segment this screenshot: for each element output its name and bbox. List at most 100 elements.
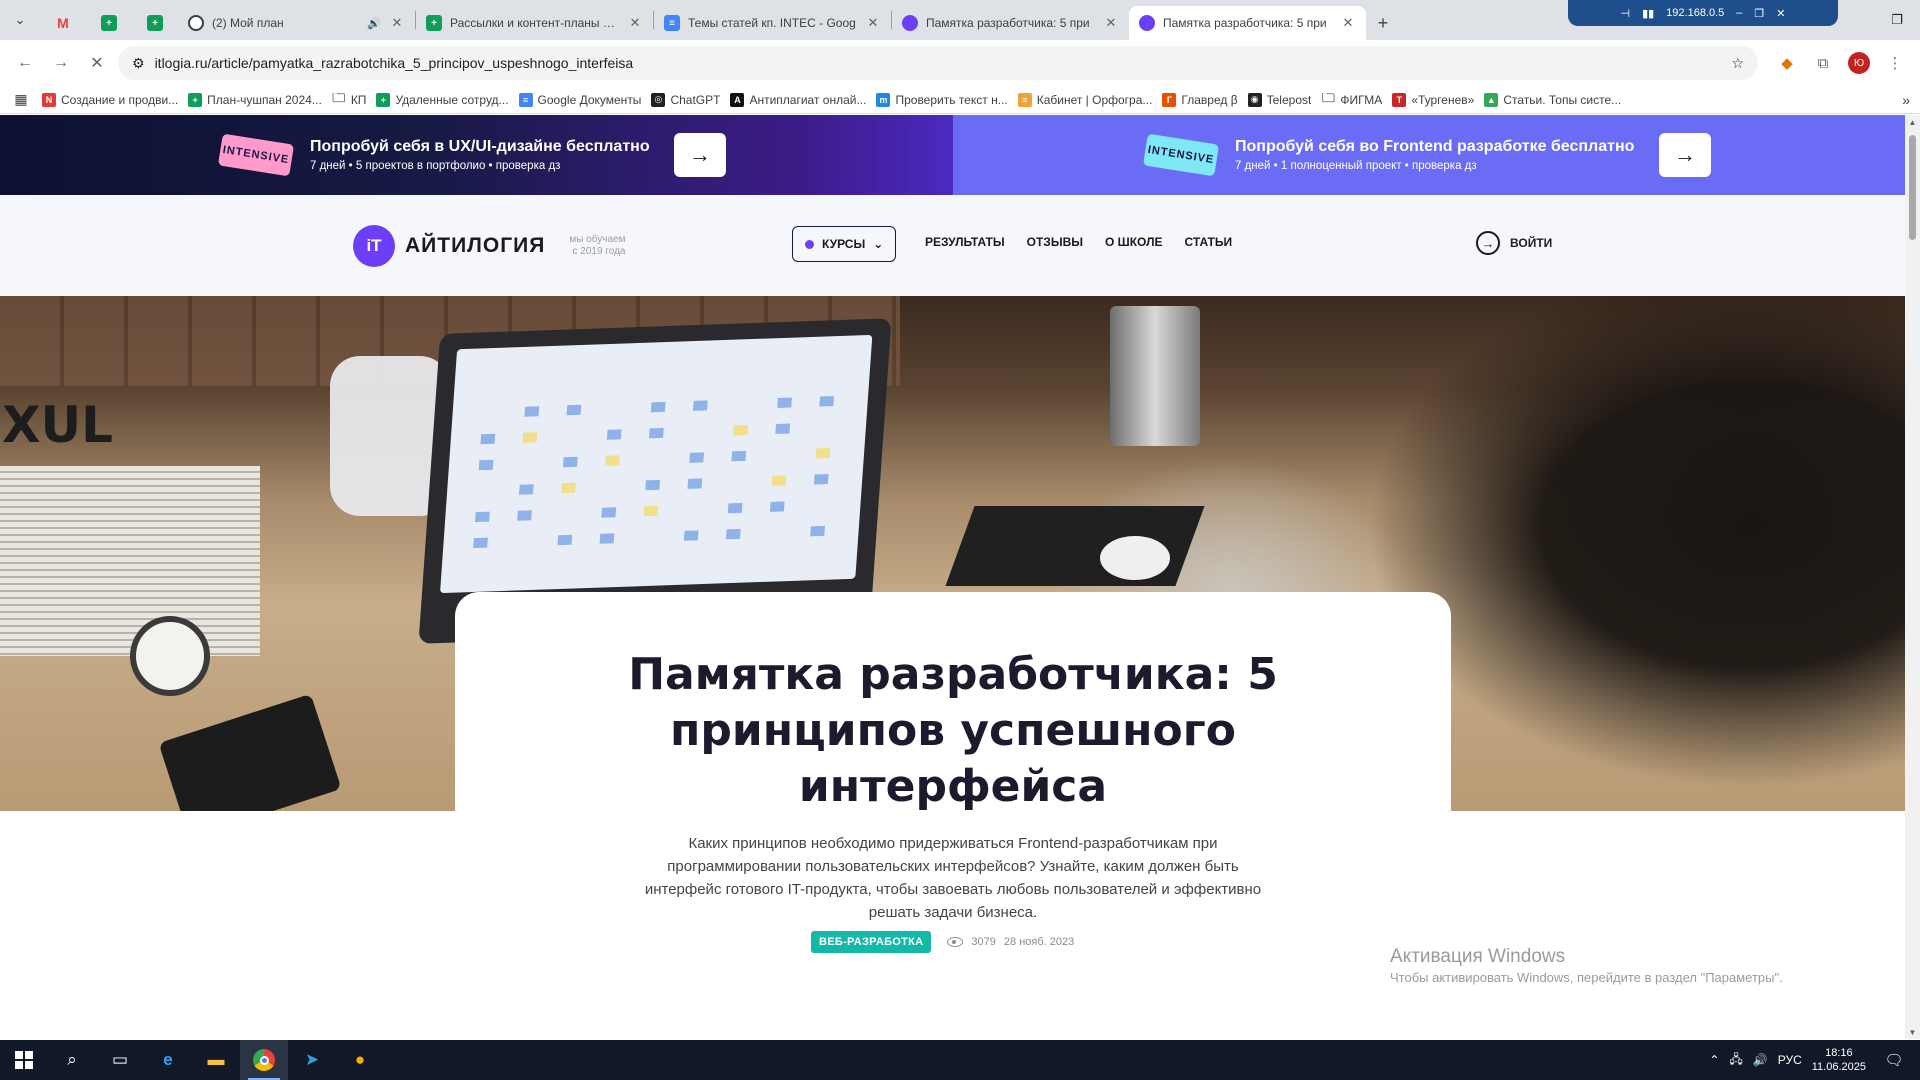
hero-watch [130, 616, 210, 696]
chrome-taskbar-icon[interactable] [240, 1040, 288, 1080]
publish-date: 28 нояб. 2023 [1003, 936, 1075, 948]
arrow-right-icon: → [689, 142, 711, 167]
scrollbar-thumb[interactable] [1909, 135, 1916, 240]
scroll-down-icon[interactable]: ▼ [1905, 1025, 1920, 1039]
internet-explorer-icon[interactable]: e [144, 1040, 192, 1080]
tab-pinned-sheets-1[interactable]: + [86, 6, 132, 40]
bookmark-item[interactable]: T «Тургенев» [1392, 92, 1474, 107]
chevron-down-icon: ⌄ [873, 237, 884, 251]
screen-card [478, 459, 494, 471]
chevron-up-icon[interactable]: ⌃ [1709, 1053, 1719, 1067]
bookmark-item[interactable]: 🗀 КП [332, 93, 366, 107]
page-viewport: INTENSIVE Попробуй себя в UX/UI-дизайне … [0, 115, 1905, 1039]
apps-grid-icon[interactable]: ▦ [10, 89, 32, 111]
start-button[interactable] [0, 1040, 48, 1080]
tab-newsletters[interactable]: + Рассылки и контент-планы ПА ✕ [416, 6, 653, 40]
bookmark-item[interactable]: ◉ Telepost [1247, 92, 1311, 107]
tab-label: Рассылки и контент-планы ПА [450, 16, 619, 30]
page-scrollbar[interactable]: ▲ ▼ [1905, 115, 1920, 1039]
tab-article-topics[interactable]: ≡ Темы статей кп. INTEC - Goog ✕ [654, 6, 891, 40]
bookmark-item[interactable]: m Проверить текст н... [876, 92, 1008, 107]
bookmark-favicon-icon: + [188, 92, 203, 107]
bookmark-item[interactable]: ≡ Кабинет | Орфогра... [1017, 92, 1152, 107]
bookmark-item[interactable]: + План-чушпан 2024... [188, 92, 322, 107]
close-tab-icon[interactable]: ✕ [627, 15, 643, 31]
screen-card [725, 528, 741, 540]
hero-mouse [1100, 536, 1170, 580]
bookmark-item[interactable]: 🗀 ФИГМА [1321, 93, 1383, 107]
scroll-up-icon[interactable]: ▲ [1905, 115, 1920, 129]
close-tab-icon[interactable]: ✕ [389, 15, 405, 31]
close-tab-icon[interactable]: ✕ [1340, 15, 1356, 31]
close-icon[interactable]: ✕ [1776, 7, 1785, 20]
restore-icon[interactable]: ❐ [1754, 7, 1764, 20]
bookmark-item[interactable]: N Создание и продви... [42, 92, 178, 107]
yandex-browser-icon[interactable]: ● [336, 1040, 384, 1080]
back-button[interactable]: ← [10, 48, 40, 78]
screen-card [561, 482, 576, 494]
tab-pinned-sheets-2[interactable]: + [132, 6, 178, 40]
bookmark-label: Удаленные сотруд... [395, 92, 509, 107]
tab-pinned-gmail[interactable]: M [40, 6, 86, 40]
site-settings-icon[interactable]: ⚙ [132, 55, 145, 72]
bookmark-item[interactable]: Г Главред β [1162, 92, 1238, 107]
nav-results[interactable]: РЕЗУЛЬТАТЫ [925, 235, 1005, 249]
speaker-icon[interactable]: 🔊 [367, 17, 381, 30]
promo-banner-frontend[interactable]: INTENSIVE Попробуй себя во Frontend разр… [953, 115, 1905, 195]
nav-about[interactable]: О ШКОЛЕ [1105, 235, 1163, 249]
screen-card [599, 533, 615, 544]
windows-activation-watermark: Активация Windows Чтобы активировать Win… [1390, 946, 1783, 985]
tab-my-plan[interactable]: (2) Мой план 🔊 ✕ [178, 6, 415, 40]
clock[interactable]: 18:16 11.06.2025 [1812, 1046, 1866, 1074]
more-menu-icon[interactable]: ⋮ [1880, 48, 1910, 78]
extension-icon[interactable]: ◆ [1772, 48, 1802, 78]
site-logo[interactable]: iT АЙТИЛОГИЯ мы обучаем с 2019 года [353, 225, 625, 267]
category-tag[interactable]: ВЕБ-РАЗРАБОТКА [811, 931, 932, 953]
language-indicator[interactable]: РУС [1778, 1053, 1802, 1067]
courses-button[interactable]: КУРСЫ ⌄ [792, 226, 897, 262]
bookmark-favicon-icon: N [42, 92, 56, 107]
close-tab-icon[interactable]: ✕ [1103, 15, 1119, 31]
telegram-icon[interactable]: ➤ [288, 1040, 336, 1080]
promo-arrow-button[interactable]: → [1659, 133, 1711, 177]
hero-book-lettering: XUL [2, 396, 114, 454]
promo-banner-uxui[interactable]: INTENSIVE Попробуй себя в UX/UI-дизайне … [0, 115, 953, 195]
tab-search-button[interactable]: ⌄ [0, 0, 40, 40]
bookmark-item[interactable]: + Удаленные сотруд... [376, 92, 509, 107]
volume-icon[interactable]: 🔊 [1753, 1053, 1768, 1067]
network-icon[interactable]: 🖧 [1729, 1050, 1742, 1071]
bookmark-item[interactable]: ≡ Google Документы [518, 92, 642, 107]
search-icon[interactable]: ⌕ [48, 1040, 96, 1080]
forward-button[interactable]: → [46, 48, 76, 78]
bookmarks-overflow-icon[interactable]: » [1902, 92, 1910, 108]
bookmarks-bar: ▦ N Создание и продви... + План-чушпан 2024… [0, 86, 1920, 114]
new-tab-button[interactable]: + [1366, 6, 1400, 40]
promo-arrow-button[interactable]: → [674, 133, 726, 177]
nav-reviews[interactable]: ОТЗЫВЫ [1027, 235, 1083, 249]
window-restore-button[interactable]: ❐ [1874, 0, 1920, 40]
close-tab-icon[interactable]: ✕ [865, 15, 881, 31]
login-button[interactable]: → ВОЙТИ [1476, 231, 1552, 255]
task-view-icon[interactable]: ▭ [96, 1040, 144, 1080]
bookmark-item[interactable]: ▲ Статьи. Топы систе... [1484, 92, 1621, 107]
profile-button[interactable]: Ю [1844, 48, 1874, 78]
file-explorer-icon[interactable]: ▬ [192, 1040, 240, 1080]
bookmark-item[interactable]: A Антиплагиат онлай... [730, 92, 866, 107]
screen-card [518, 484, 534, 495]
tab-article-1[interactable]: Памятка разработчика: 5 при ✕ [892, 6, 1129, 40]
url-text[interactable]: itlogia.ru/article/pamyatka_razrabotchik… [155, 55, 1722, 71]
puzzle-icon[interactable]: ⧉ [1808, 48, 1838, 78]
nav-articles[interactable]: СТАТЬИ [1185, 235, 1233, 249]
star-icon[interactable]: ☆ [1731, 55, 1744, 72]
bookmark-favicon-icon: m [876, 92, 891, 107]
activation-subtitle: Чтобы активировать Windows, перейдите в … [1390, 970, 1783, 985]
bookmark-label: Google Документы [537, 92, 642, 107]
bookmark-item[interactable]: ◎ ChatGPT [651, 92, 720, 107]
minimize-icon[interactable]: – [1736, 7, 1742, 19]
screen-card [606, 429, 622, 440]
notification-icon[interactable]: 🗨 [1876, 1051, 1912, 1069]
bookmark-favicon-icon: ▲ [1484, 92, 1499, 107]
address-bar[interactable]: ⚙ itlogia.ru/article/pamyatka_razrabotch… [118, 46, 1758, 80]
stop-loading-button[interactable]: ✕ [82, 48, 112, 78]
tab-article-active[interactable]: Памятка разработчика: 5 при ✕ [1129, 6, 1366, 40]
